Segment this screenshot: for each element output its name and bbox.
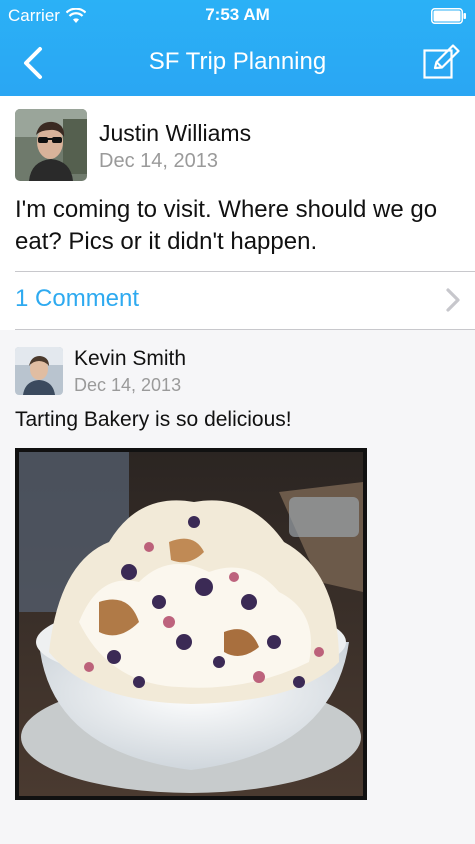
comment-date: Dec 14, 2013 (74, 375, 182, 395)
post-date: Dec 14, 2013 (99, 150, 218, 172)
battery-icon (431, 8, 466, 24)
page-title: SF Trip Planning (148, 48, 327, 75)
comment-photo[interactable] (15, 448, 367, 800)
author-name[interactable]: Justin Williams (99, 120, 251, 147)
commenter-avatar[interactable] (15, 347, 63, 395)
chevron-right-icon (446, 288, 460, 312)
comments-link[interactable]: 1 Comment (0, 272, 475, 329)
navigation-bar: Carrier 7:53 AM SF Trip Planning (0, 0, 475, 96)
status-bar: Carrier 7:53 AM (0, 0, 475, 32)
comment-text: Tarting Bakery is so delicious! (15, 408, 292, 431)
comments-count-label: 1 Comment (15, 285, 140, 312)
compose-icon (423, 44, 460, 79)
clock: 7:53 AM (205, 5, 270, 24)
commenter-name[interactable]: Kevin Smith (74, 347, 186, 371)
compose-button[interactable] (423, 44, 461, 80)
comments-section: Kevin Smith Dec 14, 2013 Tarting Bakery … (0, 330, 475, 844)
post-body: I'm coming to visit. Where should we go … (15, 196, 438, 255)
author-avatar[interactable] (15, 109, 87, 181)
